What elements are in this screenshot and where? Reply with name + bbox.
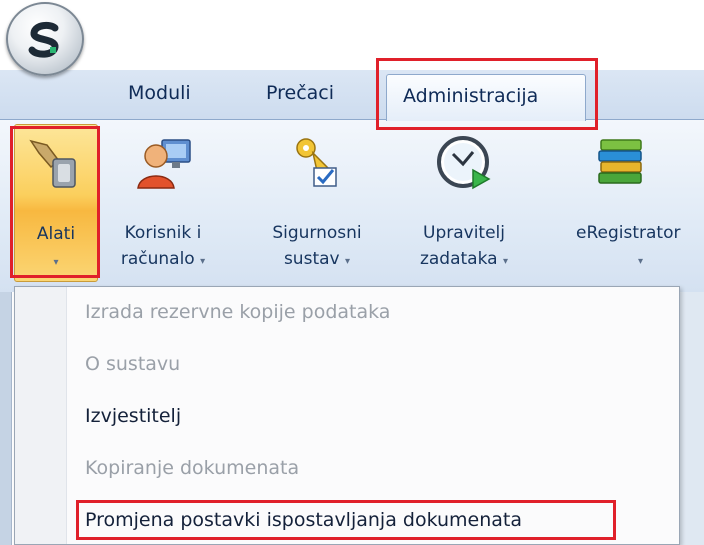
chevron-down-icon: ▾: [53, 257, 59, 268]
task-scheduler-icon: [437, 136, 491, 190]
chevron-down-icon: ▾: [502, 256, 509, 267]
right-panel-edge: [678, 292, 704, 545]
menu-item-o-sustavu[interactable]: O sustavu: [85, 353, 180, 375]
menu-item-promjena-postavki[interactable]: Promjena postavki ispostavljanja dokumen…: [85, 509, 522, 531]
sigurnosni-sustav-button[interactable]: Sigurnosni sustav ▾: [262, 124, 372, 282]
app-logo-icon: [28, 21, 59, 58]
upravitelj-zadataka-label: Upravitelj zadataka ▾: [419, 223, 509, 269]
tab-administracija-label: Administracija: [403, 85, 539, 107]
ribbon-panel: Alati ▾ Korisnik i računalo ▾ Sigurnosni su…: [0, 120, 704, 292]
eregistrator-button[interactable]: eRegistrator ▾: [570, 124, 704, 282]
sigurnosni-sustav-label: Sigurnosni sustav ▾: [272, 223, 362, 269]
tools-icon: [29, 139, 76, 188]
menu-item-kopiranje-dokumenata[interactable]: Kopiranje dokumenata: [85, 457, 299, 479]
upravitelj-zadataka-button[interactable]: Upravitelj zadataka ▾: [404, 124, 524, 282]
ribbon-tab-strip: Moduli Prečaci: [0, 70, 704, 120]
tab-administracija[interactable]: Administracija: [386, 74, 586, 121]
chevron-down-icon: ▾: [345, 256, 351, 267]
app-orb-button[interactable]: [6, 2, 84, 76]
korisnik-i-racunalo-label: Korisnik i računalo ▾: [120, 223, 206, 269]
eregistrator-label: eRegistrator ▾: [576, 223, 681, 267]
alati-dropdown-menu: Izrada rezervne kopije podataka O sustav…: [14, 286, 680, 545]
tab-precaci[interactable]: Prečaci: [266, 82, 334, 104]
menu-item-izvjestitelj[interactable]: Izvjestitelj: [85, 405, 181, 427]
books-icon: [598, 139, 642, 184]
menu-icon-gutter: [15, 287, 67, 544]
chevron-down-icon: ▾: [638, 256, 644, 267]
left-panel-edge: [0, 292, 12, 545]
security-keys-icon: [296, 138, 337, 187]
korisnik-i-racunalo-button[interactable]: Korisnik i računalo ▾: [108, 124, 218, 282]
tab-moduli[interactable]: Moduli: [128, 82, 191, 104]
alati-label: Alati ▾: [36, 224, 76, 268]
alati-button[interactable]: Alati ▾: [14, 124, 98, 282]
chevron-down-icon: ▾: [200, 256, 206, 267]
user-computer-icon: [137, 139, 191, 189]
menu-item-izrada-rezervne-kopije[interactable]: Izrada rezervne kopije podataka: [85, 301, 390, 323]
